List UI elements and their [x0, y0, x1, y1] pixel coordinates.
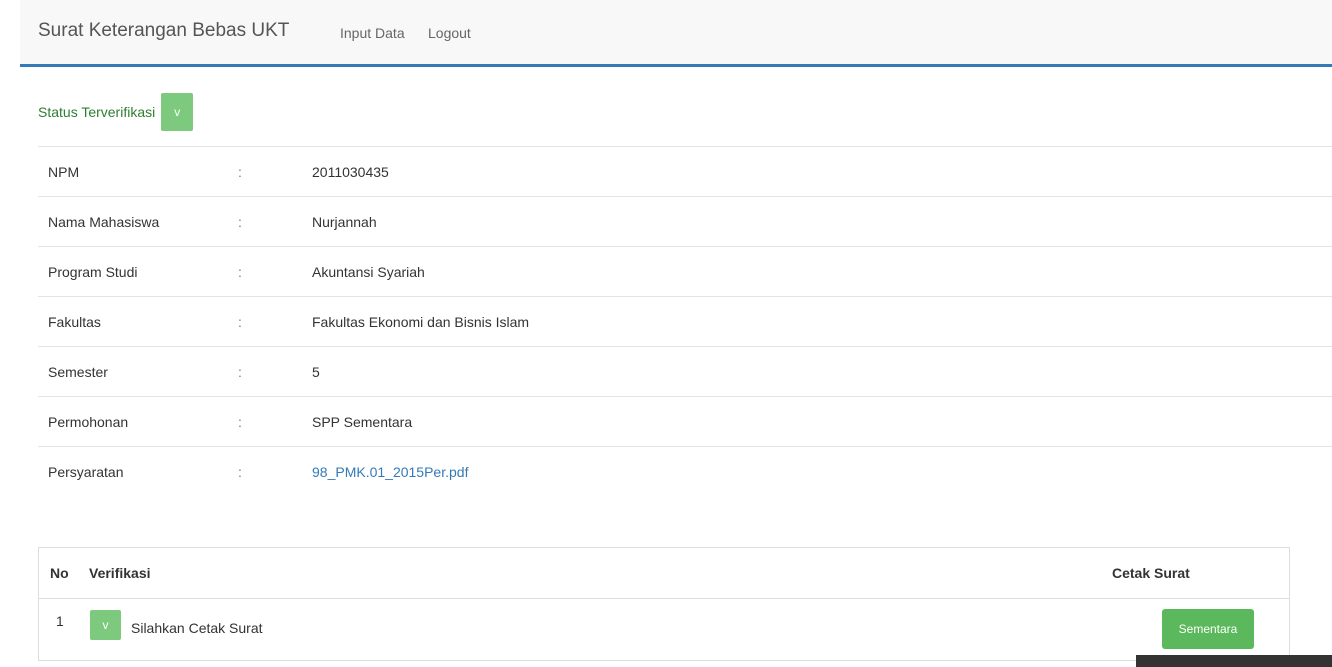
info-value: 2011030435	[312, 146, 1332, 197]
info-label: Nama Mahasiswa	[38, 196, 238, 247]
column-header-verifikasi: Verifikasi	[89, 565, 151, 581]
navbar: Surat Keterangan Bebas UKT Input Data Lo…	[20, 0, 1332, 67]
row-number: 1	[56, 613, 64, 629]
info-row-program-studi: Program Studi : Akuntansi Syariah	[38, 246, 1332, 297]
status-label: Status Terverifikasi	[38, 104, 156, 120]
check-icon: v	[90, 610, 121, 640]
info-row-nama: Nama Mahasiswa : Nurjannah	[38, 196, 1332, 247]
verification-table: No Verifikasi Cetak Surat 1 v Silahkan C…	[38, 547, 1290, 661]
info-row-permohonan: Permohonan : SPP Sementara	[38, 396, 1332, 447]
nav-link-logout[interactable]: Logout	[428, 25, 471, 41]
table-header-row: No Verifikasi Cetak Surat	[39, 548, 1289, 599]
verified-check-icon: v	[161, 93, 194, 131]
print-sementara-button[interactable]: Sementara	[1162, 609, 1254, 649]
column-header-no: No	[50, 565, 69, 581]
info-separator: :	[238, 196, 312, 247]
info-label: Fakultas	[38, 296, 238, 347]
info-separator: :	[238, 246, 312, 297]
nav-link-input-data[interactable]: Input Data	[340, 25, 405, 41]
info-value: Akuntansi Syariah	[312, 246, 1332, 297]
info-label: Permohonan	[38, 396, 238, 447]
info-separator: :	[238, 146, 312, 197]
info-row-fakultas: Fakultas : Fakultas Ekonomi dan Bisnis I…	[38, 296, 1332, 347]
verification-text: Silahkan Cetak Surat	[131, 620, 263, 636]
navbar-brand[interactable]: Surat Keterangan Bebas UKT	[38, 20, 289, 42]
status-verified: Status Terverifikasi v	[38, 93, 194, 131]
info-separator: :	[238, 346, 312, 397]
info-value: Fakultas Ekonomi dan Bisnis Islam	[312, 296, 1332, 347]
info-label: NPM	[38, 146, 238, 197]
info-separator: :	[238, 446, 312, 496]
info-separator: :	[238, 396, 312, 447]
info-value: 98_PMK.01_2015Per.pdf	[312, 446, 1332, 496]
info-label: Program Studi	[38, 246, 238, 297]
info-row-persyaratan: Persyaratan : 98_PMK.01_2015Per.pdf	[38, 446, 1332, 496]
info-separator: :	[238, 296, 312, 347]
info-value: 5	[312, 346, 1332, 397]
overlay-bar	[1136, 655, 1332, 667]
verification-check: v	[90, 610, 121, 640]
info-label: Semester	[38, 346, 238, 397]
info-label: Persyaratan	[38, 446, 238, 496]
table-row: 1 v Silahkan Cetak Surat Sementara	[39, 599, 1289, 661]
column-header-cetak-surat: Cetak Surat	[1112, 565, 1190, 581]
info-row-semester: Semester : 5	[38, 346, 1332, 397]
info-value: SPP Sementara	[312, 396, 1332, 447]
student-info-table: NPM : 2011030435 Nama Mahasiswa : Nurjan…	[38, 146, 1332, 496]
info-value: Nurjannah	[312, 196, 1332, 247]
info-row-npm: NPM : 2011030435	[38, 146, 1332, 197]
persyaratan-file-link[interactable]: 98_PMK.01_2015Per.pdf	[312, 464, 468, 480]
